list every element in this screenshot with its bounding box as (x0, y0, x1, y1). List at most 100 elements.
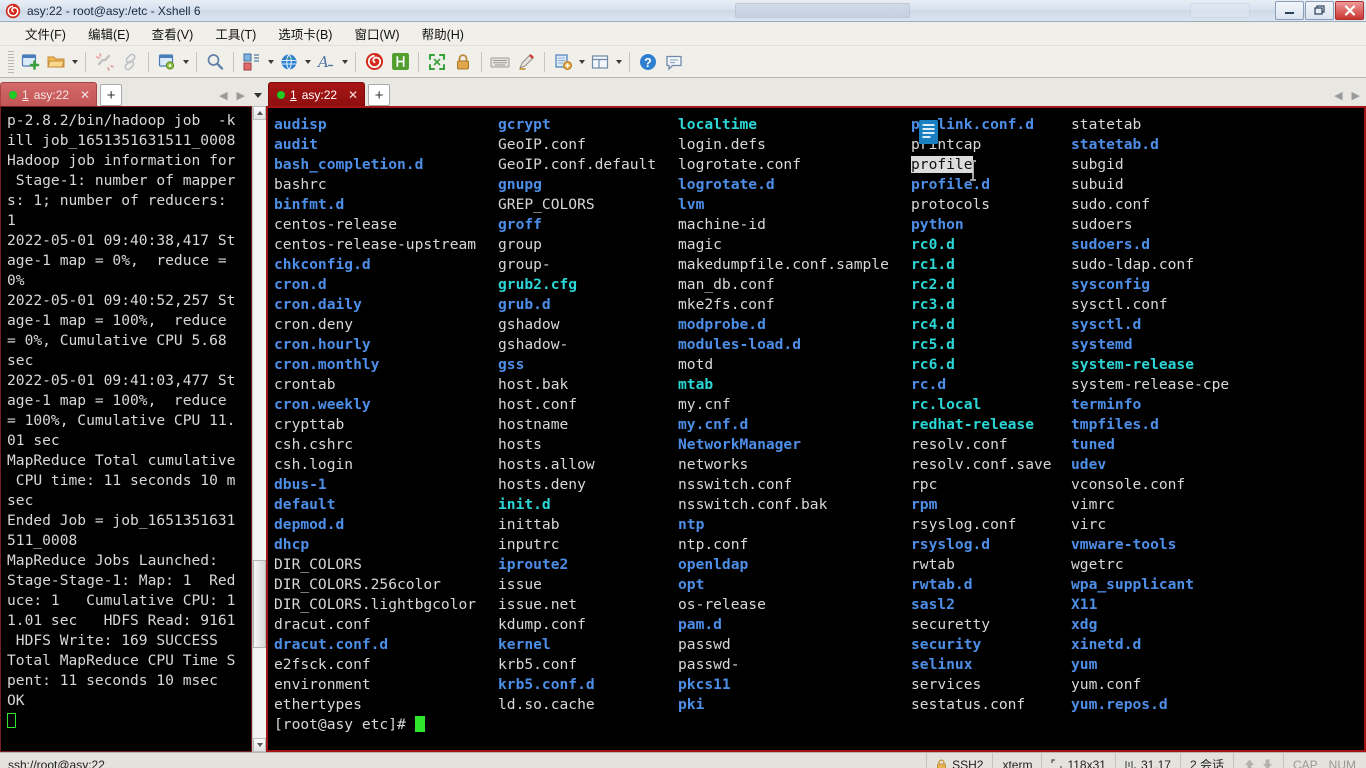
scroll-track[interactable] (253, 120, 266, 738)
tab-close-icon[interactable]: ✕ (348, 88, 358, 102)
font-icon[interactable]: A (313, 49, 339, 75)
ls-entry[interactable]: rc2.d (911, 275, 1071, 295)
ls-entry-name[interactable]: GeoIP.conf.default (498, 156, 656, 173)
ls-entry[interactable]: man_db.conf (678, 275, 911, 295)
ls-entry-name[interactable]: vimrc (1071, 496, 1115, 513)
ls-entry[interactable]: sysconfig (1071, 275, 1364, 295)
new-tab-button-right[interactable]: + (368, 84, 391, 106)
ls-entry[interactable]: udev (1071, 455, 1364, 475)
ls-entry-name[interactable]: rc3.d (911, 296, 955, 313)
ls-entry-name[interactable]: inittab (498, 516, 560, 533)
ls-entry[interactable]: machine-id (678, 215, 911, 235)
ls-entry-name[interactable]: os-release (678, 596, 766, 613)
ls-entry-name[interactable]: terminfo (1071, 396, 1141, 413)
ls-entry[interactable]: hosts.deny (498, 475, 678, 495)
ls-entry[interactable]: chkconfig.d (274, 255, 498, 275)
xshell-icon[interactable] (361, 49, 387, 75)
ls-entry-name[interactable]: sudo.conf (1071, 196, 1150, 213)
ls-entry[interactable]: groff (498, 215, 678, 235)
ls-entry-name[interactable]: selinux (911, 656, 973, 673)
ls-entry[interactable]: cron.d (274, 275, 498, 295)
menu-window[interactable]: 窗口(W) (343, 22, 410, 45)
ls-entry-name[interactable]: tuned (1071, 436, 1115, 453)
add-folder-dropdown[interactable] (576, 49, 587, 75)
ls-entry[interactable]: centos-release (274, 215, 498, 235)
ls-entry[interactable]: xinetd.d (1071, 635, 1364, 655)
ls-entry-name[interactable]: audisp (274, 116, 327, 133)
ls-entry[interactable]: cron.hourly (274, 335, 498, 355)
ls-entry-name[interactable]: crontab (274, 376, 336, 393)
ls-entry-name[interactable]: DIR_COLORS (274, 556, 362, 573)
ls-entry-name[interactable]: wpa_supplicant (1071, 576, 1194, 593)
ls-entry[interactable]: dhcp (274, 535, 498, 555)
ls-entry[interactable]: prelink.conf.d (911, 115, 1071, 135)
ls-entry[interactable]: X11 (1071, 595, 1364, 615)
ls-entry-name[interactable]: ethertypes (274, 696, 362, 713)
ls-entry[interactable]: sudoers (1071, 215, 1364, 235)
ls-entry[interactable]: gcrypt (498, 115, 678, 135)
ls-entry-name[interactable]: dracut.conf.d (274, 636, 388, 653)
ls-entry-name[interactable]: rwtab (911, 556, 955, 573)
ls-entry[interactable]: e2fsck.conf (274, 655, 498, 675)
ls-entry[interactable]: virc (1071, 515, 1364, 535)
ls-entry-name[interactable]: default (274, 496, 336, 513)
ls-entry[interactable]: rc6.d (911, 355, 1071, 375)
chat-icon[interactable] (661, 49, 687, 75)
ls-entry[interactable]: terminfo (1071, 395, 1364, 415)
session-properties-icon[interactable] (154, 49, 180, 75)
chevron-right-icon[interactable]: ▶ (237, 89, 245, 102)
ls-entry[interactable]: yum (1071, 655, 1364, 675)
ls-entry-name[interactable]: passwd (678, 636, 731, 653)
ls-entry[interactable]: mtab (678, 375, 911, 395)
ls-entry-name[interactable]: issue.net (498, 596, 577, 613)
ls-entry[interactable]: krb5.conf (498, 655, 678, 675)
ls-entry[interactable]: makedumpfile.conf.sample (678, 255, 911, 275)
ls-entry-name[interactable]: gshadow (498, 316, 560, 333)
ls-entry-name[interactable]: vconsole.conf (1071, 476, 1185, 493)
ls-entry[interactable]: depmod.d (274, 515, 498, 535)
ls-entry-name[interactable]: magic (678, 236, 722, 253)
ls-entry-name[interactable]: mtab (678, 376, 713, 393)
ls-entry-name[interactable]: sysconfig (1071, 276, 1150, 293)
ls-entry-name[interactable]: sysctl.conf (1071, 296, 1168, 313)
ls-entry[interactable]: centos-release-upstream (274, 235, 498, 255)
ls-entry-name[interactable]: issue (498, 576, 542, 593)
ls-entry[interactable]: xdg (1071, 615, 1364, 635)
ls-entry-name[interactable]: networks (678, 456, 748, 473)
ls-entry-name[interactable]: grub.d (498, 296, 551, 313)
ls-entry-name[interactable]: centos-release (274, 216, 397, 233)
ls-entry[interactable]: login.defs (678, 135, 911, 155)
ls-entry-name[interactable]: rc2.d (911, 276, 955, 293)
ls-entry[interactable]: subuid (1071, 175, 1364, 195)
ls-entry-name[interactable]: man_db.conf (678, 276, 775, 293)
ls-entry[interactable]: hosts.allow (498, 455, 678, 475)
ls-entry[interactable]: inittab (498, 515, 678, 535)
layout-icon[interactable] (239, 49, 265, 75)
ls-entry-name[interactable]: rc5.d (911, 336, 955, 353)
pane-splitter[interactable] (252, 106, 266, 752)
ls-entry-name[interactable]: motd (678, 356, 713, 373)
ls-entry[interactable]: statetab (1071, 115, 1364, 135)
ls-entry[interactable]: rc0.d (911, 235, 1071, 255)
ls-entry-name[interactable]: sestatus.conf (911, 696, 1025, 713)
tab-asy22-right[interactable]: 1 asy:22 ✕ (268, 82, 366, 106)
ls-entry-name[interactable]: passwd- (678, 656, 740, 673)
add-folder-icon[interactable] (550, 49, 576, 75)
ls-entry[interactable]: krb5.conf.d (498, 675, 678, 695)
ls-entry[interactable]: printcap (911, 135, 1071, 155)
ls-entry[interactable]: issue.net (498, 595, 678, 615)
ls-entry-name[interactable]: centos-release-upstream (274, 236, 476, 253)
tab-asy22-left[interactable]: 1 asy:22 ✕ (0, 82, 98, 106)
ls-entry[interactable]: pkcs11 (678, 675, 911, 695)
ls-entry[interactable]: DIR_COLORS.256color (274, 575, 498, 595)
ls-entry[interactable]: wpa_supplicant (1071, 575, 1364, 595)
ls-entry-name[interactable]: dbus-1 (274, 476, 327, 493)
ls-entry[interactable]: yum.repos.d (1071, 695, 1364, 715)
ls-entry-name[interactable]: audit (274, 136, 318, 153)
restore-button[interactable] (1305, 1, 1334, 20)
ls-entry-name[interactable]: nsswitch.conf.bak (678, 496, 827, 513)
ls-entry-name[interactable]: logrotate.d (678, 176, 775, 193)
ls-entry[interactable]: dracut.conf (274, 615, 498, 635)
ls-entry-name[interactable]: cron.deny (274, 316, 353, 333)
ls-entry[interactable]: rc1.d (911, 255, 1071, 275)
